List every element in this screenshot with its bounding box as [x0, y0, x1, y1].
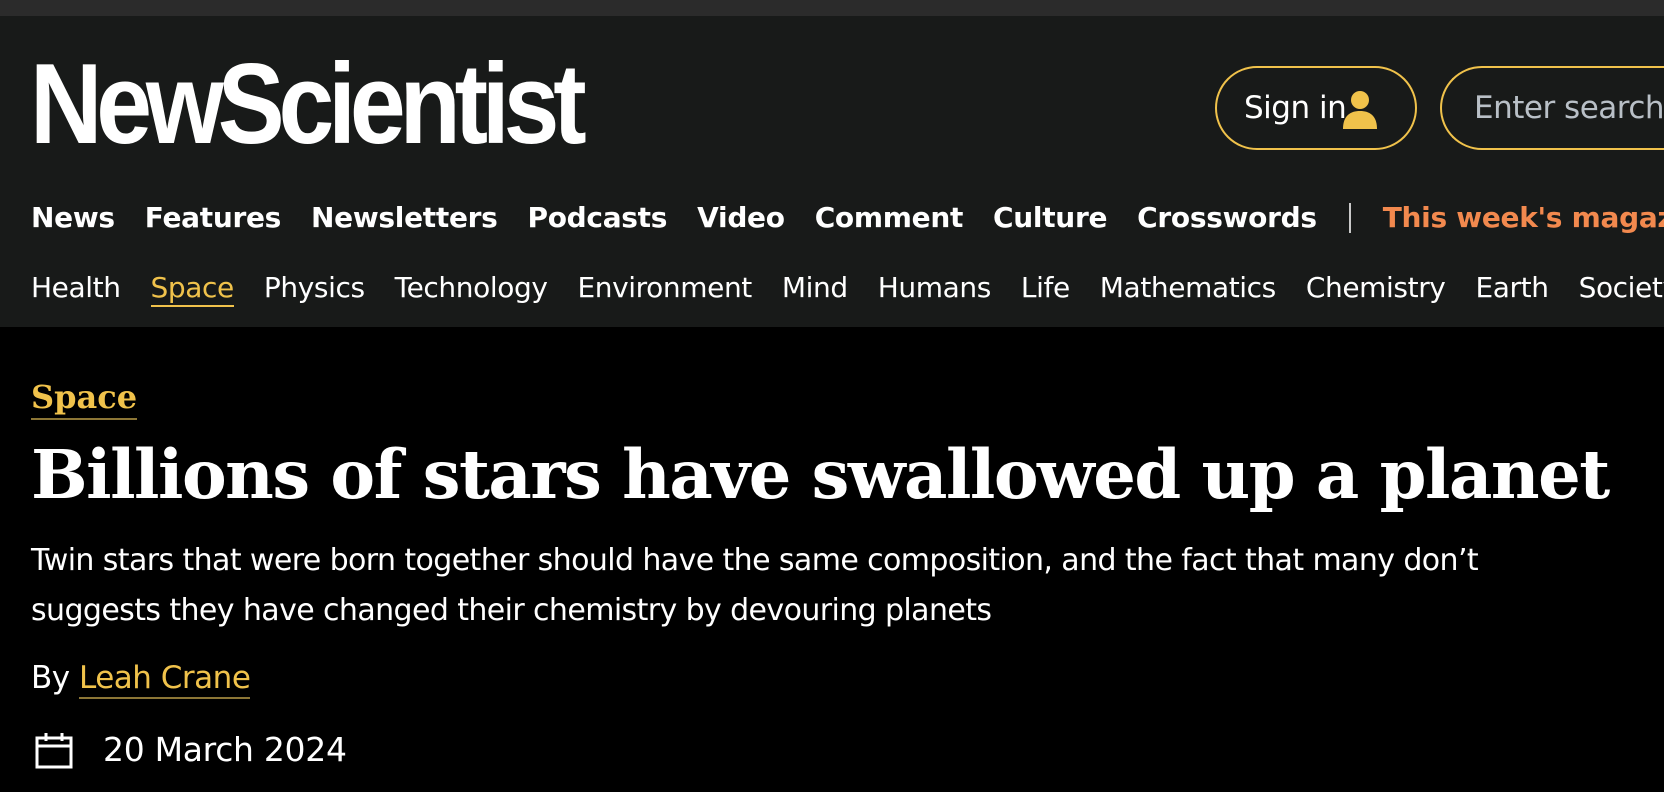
topic-space[interactable]: Space — [150, 271, 234, 307]
topic-technology[interactable]: Technology — [395, 271, 548, 307]
nav-newsletters[interactable]: Newsletters — [311, 201, 498, 234]
site-header: NewScientist Sign in Enter search keywor… — [0, 16, 1664, 327]
sign-in-label: Sign in — [1244, 90, 1347, 126]
nav-podcasts[interactable]: Podcasts — [528, 201, 668, 234]
article-headline: Billions of stars have swallowed up a pl… — [31, 435, 1610, 514]
topic-mathematics[interactable]: Mathematics — [1100, 271, 1276, 307]
author-link[interactable]: Leah Crane — [78, 660, 251, 699]
sign-in-button[interactable]: Sign in — [1215, 66, 1417, 150]
topic-environment[interactable]: Environment — [578, 271, 753, 307]
topic-humans[interactable]: Humans — [878, 271, 992, 307]
topic-chemistry[interactable]: Chemistry — [1306, 271, 1446, 307]
topic-society[interactable]: Society — [1579, 271, 1664, 307]
nav-news[interactable]: News — [31, 201, 115, 234]
user-icon — [1343, 91, 1377, 129]
nav-this-weeks-magazine[interactable]: This week's magazine — [1383, 201, 1664, 234]
section-tag-link[interactable]: Space — [31, 378, 138, 420]
article-standfirst: Twin stars that were born together shoul… — [31, 543, 1479, 628]
main-navigation: News Features Newsletters Podcasts Video… — [31, 201, 1664, 234]
search-placeholder: Enter search keywords — [1474, 90, 1664, 126]
nav-culture[interactable]: Culture — [993, 201, 1107, 234]
nav-divider — [1348, 202, 1351, 233]
date-text: 20 March 2024 — [103, 730, 347, 769]
topic-mind[interactable]: Mind — [782, 271, 848, 307]
publish-date: 20 March 2024 — [35, 730, 347, 769]
topic-navigation: Health Space Physics Technology Environm… — [31, 271, 1664, 307]
search-input[interactable]: Enter search keywords — [1440, 66, 1664, 150]
nav-features[interactable]: Features — [145, 201, 282, 234]
topic-health[interactable]: Health — [31, 271, 121, 307]
calendar-icon — [35, 732, 73, 768]
byline: By Leah Crane — [31, 660, 251, 699]
browser-top-strip — [0, 0, 1664, 16]
topic-physics[interactable]: Physics — [264, 271, 365, 307]
byline-prefix: By — [31, 660, 70, 696]
nav-comment[interactable]: Comment — [815, 201, 964, 234]
nav-video[interactable]: Video — [697, 201, 785, 234]
topic-life[interactable]: Life — [1021, 271, 1070, 307]
new-scientist-logo[interactable]: NewScientist — [30, 48, 587, 162]
topic-earth[interactable]: Earth — [1475, 271, 1548, 307]
nav-crosswords[interactable]: Crosswords — [1137, 201, 1317, 234]
